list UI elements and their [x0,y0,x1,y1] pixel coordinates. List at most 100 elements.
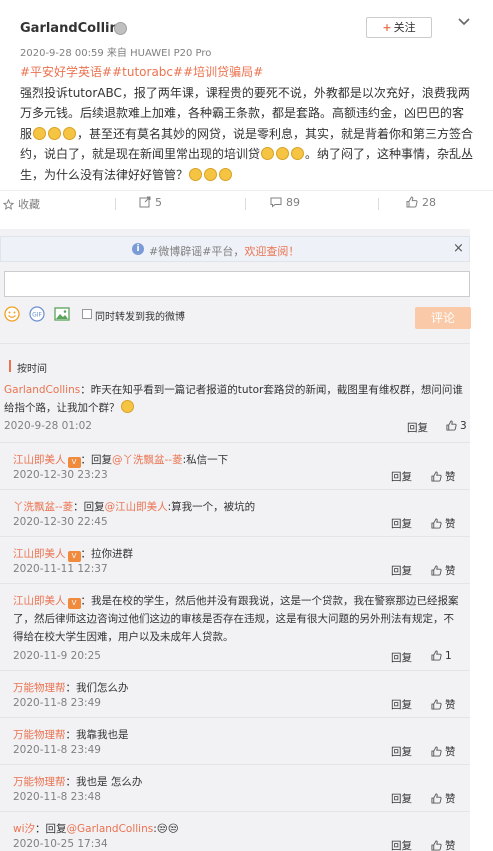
reply-author[interactable]: 丫洗飘盆--菱 [13,501,73,513]
like-button[interactable]: 1 [431,650,452,662]
post-author[interactable]: GarlandCollins [20,21,126,36]
comment-input[interactable] [4,271,470,297]
reply-author[interactable]: 万能物理帮 [13,776,66,788]
thumbs-up-icon [431,699,442,710]
like-label: 赞 [445,565,456,577]
reply-date: 2020-11-8 23:48 [13,791,101,803]
plus-icon: + [382,21,392,34]
gif-icon[interactable]: GIF [29,306,45,322]
like-count: 28 [422,196,436,209]
reply-item: 江山即美人 V ：拉你进群 2020-11-11 12:37 回复 赞 [0,536,470,583]
reply-author[interactable]: wi汐 [13,823,35,835]
reply-item: 万能物理帮：我也是 怎么办 2020-11-8 23:48 回复 赞 [0,764,470,811]
reply-mention[interactable]: @丫洗飘盆--菱 [112,454,183,466]
comment-date: 2020-9-28 01:02 [4,420,92,432]
reply-item: 万能物理帮：我们怎么办 2020-11-8 23:49 回复 赞 [0,670,470,717]
divider [245,198,246,210]
like-button[interactable]: 赞 [431,563,456,578]
avatar[interactable] [0,22,8,42]
thumbs-up-icon [406,196,418,208]
thumbs-up-icon [431,793,442,804]
close-icon[interactable]: × [453,241,464,256]
vip-badge-icon: V [67,551,81,562]
like-button[interactable]: 赞 [431,838,456,851]
reply-author[interactable]: 江山即美人 [13,454,66,466]
reply-prefix: ：我也是 怎么办 [65,776,143,788]
divider [0,343,470,344]
reply-date: 2020-10-25 17:34 [13,838,108,850]
reply-mention[interactable]: @江山即美人 [105,501,168,513]
emoji-icon [63,126,77,140]
reply-button[interactable]: 回复 [391,838,412,851]
emoji-icon [219,167,233,181]
reply-mention[interactable]: @GarlandCollins [67,823,154,835]
reply-body: 丫洗飘盆--菱：回复@江山即美人:算我一个，被坑的 [13,498,463,516]
like-button[interactable]: 赞 [431,516,456,531]
like-button[interactable]: 3 [446,420,467,432]
reply-date: 2020-11-9 20:25 [13,650,101,662]
sort-by-time[interactable]: 按时间 [17,360,47,375]
reply-prefix: ：我们怎么办 [65,682,129,694]
vip-badge-icon: V [67,598,81,609]
post-hashtags[interactable]: #平安好学英语##tutorabc##培训贷骗局# [20,65,263,79]
reply-text: :算我一个，被坑的 [167,501,256,513]
top-comment: GarlandCollins：昨天在知乎看到一篇记者报道的tutor套路贷的新闻… [4,381,470,417]
favorite-label: 收藏 [18,198,40,211]
image-icon[interactable] [54,306,70,322]
like-button[interactable]: 赞 [431,697,456,712]
thumbs-up-icon [446,420,457,431]
comment-count: 89 [286,196,300,209]
reply-body: 万能物理帮：我们怎么办 [13,679,463,697]
like-button[interactable]: 赞 [431,744,456,759]
reply-button[interactable]: 回复 [407,420,428,435]
reply-button[interactable]: 回复 [391,697,412,712]
favorite-button[interactable]: 收藏 [2,196,40,212]
reply-list: 江山即美人 V ：回复@丫洗飘盆--菱:私信一下 2020-12-30 23:23 … [0,442,470,851]
reply-author[interactable]: 江山即美人 [13,548,66,560]
reply-body: 江山即美人 V ：回复@丫洗飘盆--菱:私信一下 [13,451,463,469]
emoji-icon [276,147,290,160]
thumbs-up-icon [431,518,442,529]
notice-bar: i #微博辟谣#平台，欢迎查阅！ × [0,236,470,262]
emoji-icon [48,126,62,140]
comment-button[interactable]: 89 [270,196,300,209]
thumbs-up-icon [431,746,442,757]
repost-checkbox[interactable] [82,309,92,319]
repost-button[interactable]: 5 [139,196,162,209]
reply-author[interactable]: 江山即美人 [13,595,66,607]
reply-item: 江山即美人 V ：回复@丫洗飘盆--菱:私信一下 2020-12-30 23:23 … [0,442,470,489]
comment-author[interactable]: GarlandCollins [4,384,80,396]
emoji-icon[interactable] [4,306,20,322]
repost-checkbox-label: 同时转发到我的微博 [95,312,185,323]
reply-author[interactable]: 万能物理帮 [13,682,66,694]
reply-text: :私信一下 [182,454,229,466]
reply-button[interactable]: 回复 [391,469,412,484]
chevron-down-icon[interactable] [457,14,471,28]
reply-button[interactable]: 回复 [391,516,412,531]
reply-button[interactable]: 回复 [391,563,412,578]
verified-badge-icon [114,22,127,35]
like-button[interactable]: 赞 [431,469,456,484]
reply-button[interactable]: 回复 [391,744,412,759]
like-label: 赞 [445,471,456,483]
divider [115,198,116,210]
reply-button[interactable]: 回复 [391,650,412,665]
follow-button[interactable]: + 关注 [366,17,432,38]
reply-button[interactable]: 回复 [391,791,412,806]
divider [378,198,379,210]
reply-prefix: ：回复 [80,454,113,466]
thumbs-up-icon [431,565,442,576]
comment-icon [270,197,282,208]
like-button[interactable]: 28 [406,196,436,209]
thumbs-up-icon [431,471,442,482]
reply-author[interactable]: 万能物理帮 [13,729,66,741]
notice-link[interactable]: 欢迎查阅！ [244,245,299,258]
like-label: 赞 [445,518,456,530]
submit-comment-button[interactable]: 评论 [415,307,471,329]
star-icon [2,198,15,210]
like-button[interactable]: 赞 [431,791,456,806]
emoji-icon [204,167,218,181]
like-label: 赞 [445,699,456,711]
reply-body: 江山即美人 V ：我是在校的学生，然后他并没有跟我说，这是一个贷款，我在警察那边已经… [13,592,463,646]
reply-date: 2020-11-8 23:49 [13,697,101,709]
